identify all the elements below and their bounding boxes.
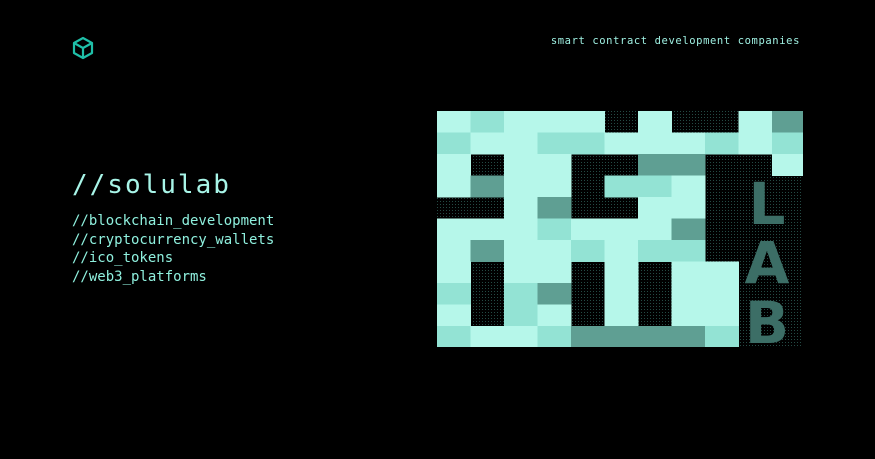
pixel-tile — [537, 304, 572, 327]
pixel-tile — [671, 240, 706, 262]
pixel-tile — [470, 240, 505, 262]
pixel-tile — [671, 326, 706, 347]
pixel-tile — [638, 175, 672, 198]
pixel-tile — [604, 283, 639, 305]
pixel-tile — [437, 304, 471, 327]
pixel-tile — [437, 175, 471, 198]
pixel-tile — [571, 240, 605, 262]
pixel-tile — [638, 218, 672, 241]
pixel-tile — [470, 326, 505, 347]
pixel-tile — [504, 326, 538, 347]
pixel-tile — [571, 218, 605, 241]
pixel-tile — [437, 218, 471, 241]
pixel-tile — [537, 283, 572, 305]
pixel-tile — [537, 111, 572, 133]
pixel-tile — [671, 197, 706, 219]
page: smart contract development companies //s… — [0, 0, 875, 459]
pixel-tile — [671, 175, 706, 198]
pixel-tile — [671, 218, 706, 241]
pixel-tile — [638, 197, 672, 219]
pixel-tile — [504, 197, 538, 219]
pixel-tile — [671, 304, 706, 327]
pixel-tile — [772, 132, 803, 155]
pixel-tile — [437, 240, 471, 262]
pixel-tile — [604, 175, 639, 198]
pixel-tile — [437, 283, 471, 305]
cube-icon[interactable] — [71, 36, 95, 60]
pixel-tile — [537, 261, 572, 284]
brand-title: //solulab — [72, 170, 231, 200]
service-item-blockchain[interactable]: //blockchain_development — [72, 212, 274, 231]
pixel-tile — [705, 304, 739, 327]
pixel-tile — [638, 240, 672, 262]
lab-letter-b: B — [745, 289, 789, 347]
pixel-tile — [437, 326, 471, 347]
pixel-tile — [504, 218, 538, 241]
pixel-tile — [437, 111, 471, 133]
pixel-tile — [504, 261, 538, 284]
pixel-tile — [705, 283, 739, 305]
pixel-tile — [738, 111, 773, 133]
lab-letter-a: A — [745, 229, 790, 297]
pixel-tile — [437, 261, 471, 284]
pixel-tile — [604, 304, 639, 327]
pixel-tile — [504, 283, 538, 305]
tagline: smart contract development companies — [550, 35, 800, 47]
solulab-pixel-logo: L A B — [437, 111, 803, 347]
pixel-tile — [638, 154, 672, 176]
pixel-tile — [604, 132, 639, 155]
services-list: //blockchain_development //cryptocurrenc… — [72, 212, 274, 286]
pixel-tile — [571, 326, 605, 347]
pixel-tile — [604, 218, 639, 241]
pixel-tile — [638, 132, 672, 155]
service-item-wallets[interactable]: //cryptocurrency_wallets — [72, 231, 274, 250]
pixel-tile — [537, 218, 572, 241]
pixel-tile — [671, 132, 706, 155]
pixel-tile — [638, 111, 672, 133]
pixel-tile — [504, 240, 538, 262]
lab-letter-l: L — [749, 170, 786, 238]
service-item-ico[interactable]: //ico_tokens — [72, 249, 274, 268]
pixel-tile — [437, 154, 471, 176]
pixel-tile — [504, 154, 538, 176]
pixel-tile — [504, 175, 538, 198]
pixel-tile — [772, 111, 803, 133]
pixel-tile — [705, 261, 739, 284]
pixel-tile — [571, 132, 605, 155]
pixel-tile — [705, 132, 739, 155]
pixel-tile — [537, 132, 572, 155]
pixel-tile — [470, 132, 505, 155]
pixel-tile — [537, 240, 572, 262]
pixel-tile — [705, 326, 739, 347]
pixel-tile — [604, 240, 639, 262]
pixel-tile — [671, 154, 706, 176]
pixel-tile — [604, 261, 639, 284]
pixel-tile — [470, 218, 505, 241]
pixel-tile — [537, 175, 572, 198]
pixel-tile — [437, 132, 471, 155]
pixel-tile — [470, 111, 505, 133]
service-item-web3[interactable]: //web3_platforms — [72, 268, 274, 287]
pixel-tile — [671, 283, 706, 305]
pixel-tile — [671, 261, 706, 284]
pixel-tile — [504, 304, 538, 327]
pixel-tile — [504, 132, 538, 155]
pixel-tile — [537, 154, 572, 176]
pixel-tile — [504, 111, 538, 133]
pixel-tile — [571, 111, 605, 133]
pixel-tile — [537, 197, 572, 219]
pixel-tile — [470, 175, 505, 198]
pixel-tile — [604, 326, 639, 347]
pixel-tile — [537, 326, 572, 347]
pixel-tile — [738, 132, 773, 155]
pixel-tile — [638, 326, 672, 347]
